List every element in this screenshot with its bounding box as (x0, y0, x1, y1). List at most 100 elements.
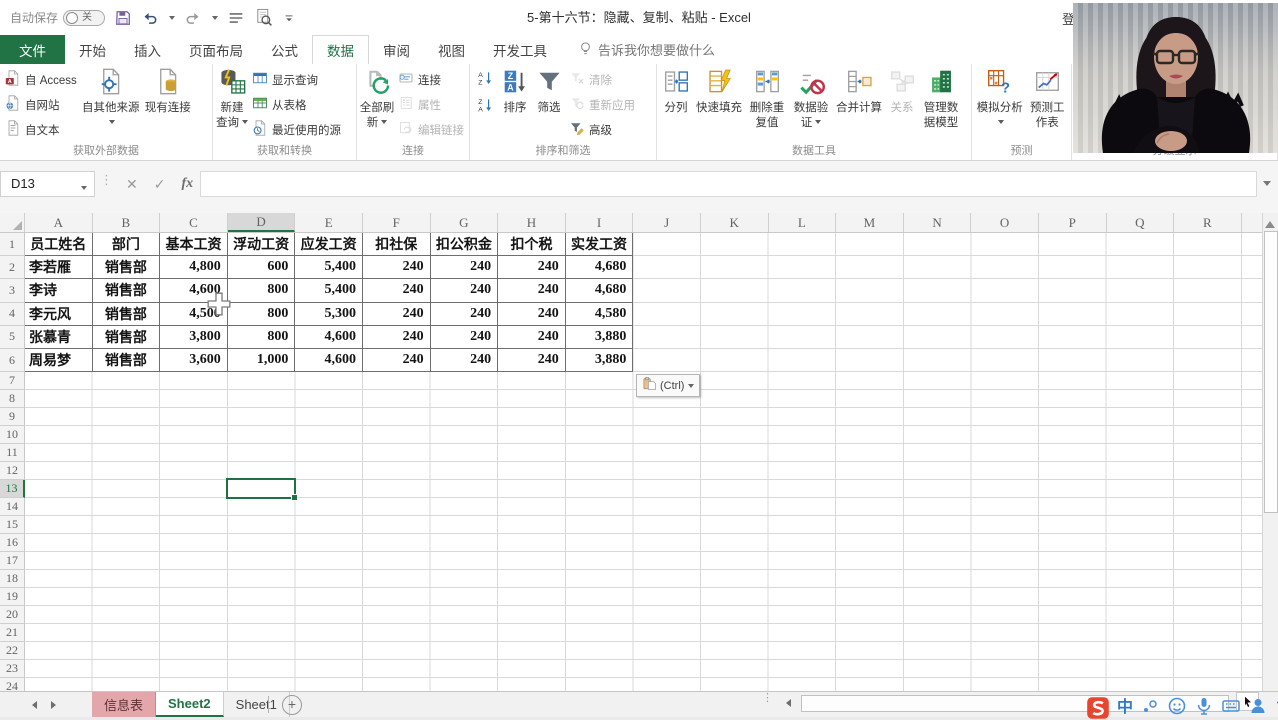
row-header-8[interactable]: 8 (0, 390, 25, 409)
ribbon-button-flash-fill[interactable]: 快速填充 (693, 64, 745, 116)
cell-I2[interactable]: 4,680 (565, 256, 634, 280)
cell-G3[interactable]: 240 (430, 279, 499, 303)
cell-A4[interactable]: 李元风 (25, 302, 93, 326)
cell-B1[interactable]: 部门 (92, 233, 161, 257)
cell-H2[interactable]: 240 (498, 256, 566, 280)
row-header-24[interactable]: 24 (0, 678, 25, 691)
sheet-tab-sheet2[interactable]: Sheet2 (156, 692, 224, 717)
cell-F1[interactable]: 扣社保 (362, 233, 431, 257)
ribbon-button-properties[interactable]: 属性 (398, 95, 464, 114)
vertical-scrollbar[interactable] (1262, 213, 1278, 691)
cell-I1[interactable]: 实发工资 (565, 233, 634, 257)
row-header-17[interactable]: 17 (0, 552, 25, 571)
cell-C6[interactable]: 3,600 (160, 348, 228, 373)
tab-view[interactable]: 视图 (424, 35, 479, 64)
menu-lines-icon[interactable] (227, 9, 245, 27)
cell-I6[interactable]: 3,880 (565, 348, 634, 373)
ribbon-button-sort-desc[interactable]: ZA (475, 97, 495, 118)
ribbon-button-recent-sources[interactable]: 最近使用的源 (252, 120, 341, 139)
qat-customize-icon[interactable] (282, 11, 296, 25)
ribbon-button-reapply-filter[interactable]: 重新应用 (569, 95, 635, 114)
cell-H4[interactable]: 240 (498, 302, 566, 326)
ribbon-button-new-query[interactable]: 新建查询 (215, 64, 249, 130)
column-header-O[interactable]: O (971, 213, 1039, 232)
print-preview-icon[interactable] (254, 8, 273, 27)
sheet-tab-sheet1[interactable]: Sheet1 (224, 692, 290, 717)
cell-D5[interactable]: 800 (227, 325, 296, 349)
undo-dropdown-icon[interactable] (169, 16, 176, 23)
tab-page-layout[interactable]: 页面布局 (175, 35, 257, 64)
cell-I4[interactable]: 4,580 (565, 302, 634, 326)
column-header-N[interactable]: N (904, 213, 972, 232)
ime-account-icon[interactable] (1248, 696, 1268, 720)
cell-H6[interactable]: 240 (498, 348, 566, 373)
cancel-entry-icon[interactable]: ✕ (126, 176, 138, 193)
ribbon-button-from-table[interactable]: 从表格 (252, 95, 341, 114)
row-header-19[interactable]: 19 (0, 588, 25, 607)
cell-B2[interactable]: 销售部 (92, 256, 161, 280)
tab-home[interactable]: 开始 (65, 35, 120, 64)
ribbon-button-sort[interactable]: Z A 排序 (498, 64, 532, 116)
ribbon-button-clear-filter[interactable]: 清除 (569, 70, 635, 89)
cell-C5[interactable]: 3,800 (160, 325, 228, 349)
row-header-7[interactable]: 7 (0, 372, 25, 391)
cell-G6[interactable]: 240 (430, 348, 499, 373)
cell-F5[interactable]: 240 (362, 325, 431, 349)
tab-review[interactable]: 审阅 (369, 35, 424, 64)
ribbon-button-relationships[interactable]: 关系 (885, 64, 919, 116)
ribbon-button-access[interactable]: A 自 Access (5, 70, 77, 89)
select-all-corner[interactable] (0, 213, 25, 232)
ribbon-button-forecast-sheet[interactable]: 预测工作表 (1025, 64, 1069, 130)
ribbon-button-refresh-all[interactable]: 全部刷新 (359, 64, 395, 130)
cell-D2[interactable]: 600 (227, 256, 296, 280)
column-header-H[interactable]: H (498, 213, 566, 232)
ribbon-button-sort-asc[interactable]: AZ (475, 70, 495, 91)
tab-data[interactable]: 数据 (312, 35, 369, 64)
tab-formulas[interactable]: 公式 (257, 35, 312, 64)
vscroll-up-icon[interactable] (1265, 216, 1275, 228)
ime-punctuation-icon[interactable] (1140, 696, 1160, 720)
redo-dropdown-icon[interactable] (212, 16, 219, 23)
cell-A3[interactable]: 李诗 (25, 279, 93, 303)
cell-G5[interactable]: 240 (430, 325, 499, 349)
column-header-G[interactable]: G (431, 213, 499, 232)
ime-emoji-icon[interactable] (1167, 696, 1187, 720)
sheet-nav-right-icon[interactable] (51, 700, 60, 709)
confirm-entry-icon[interactable]: ✓ (154, 176, 166, 193)
cell-A5[interactable]: 张慕青 (25, 325, 93, 349)
formula-bar-splitter[interactable]: ⋮ (100, 173, 113, 186)
cell-B6[interactable]: 销售部 (92, 348, 161, 373)
fill-handle[interactable] (291, 494, 298, 501)
vertical-scrollbar-thumb[interactable] (1264, 231, 1278, 513)
ribbon-button-connection[interactable]: 连接 (398, 70, 464, 89)
column-header-C[interactable]: C (160, 213, 228, 232)
cell-E3[interactable]: 5,400 (295, 279, 363, 303)
row-header-21[interactable]: 21 (0, 624, 25, 643)
row-header-10[interactable]: 10 (0, 426, 25, 445)
ime-chinese-mode-icon[interactable]: 中 (1117, 696, 1133, 720)
cell-F2[interactable]: 240 (362, 256, 431, 280)
cell-G2[interactable]: 240 (430, 256, 499, 280)
row-header-15[interactable]: 15 (0, 516, 25, 535)
paste-options-button[interactable]: (Ctrl) (636, 374, 701, 397)
row-header-3[interactable]: 3 (0, 279, 25, 303)
column-header-D[interactable]: D (227, 213, 296, 232)
ribbon-button-filter[interactable]: 筛选 (532, 64, 566, 116)
selected-cell-D13[interactable] (226, 478, 298, 501)
row-header-1[interactable]: 1 (0, 233, 25, 257)
tab-file[interactable]: 文件 (0, 35, 65, 64)
autosave-toggle[interactable]: 自动保存 关 (10, 9, 106, 26)
row-header-22[interactable]: 22 (0, 642, 25, 661)
sogou-logo-icon[interactable] (1086, 696, 1110, 720)
ribbon-button-data-model[interactable]: 管理数据模型 (919, 64, 963, 130)
row-header-14[interactable]: 14 (0, 498, 25, 517)
column-header-R[interactable]: R (1174, 213, 1242, 232)
cell-E1[interactable]: 应发工资 (295, 233, 363, 257)
cell-F4[interactable]: 240 (362, 302, 431, 326)
ribbon-button-text-to-columns[interactable]: 分列 (659, 64, 693, 116)
name-box-dropdown-icon[interactable] (81, 186, 87, 193)
row-header-18[interactable]: 18 (0, 570, 25, 589)
row-header-2[interactable]: 2 (0, 256, 25, 280)
sheet-tab-info-table[interactable]: 信息表 (92, 692, 157, 717)
undo-icon[interactable] (141, 9, 159, 27)
